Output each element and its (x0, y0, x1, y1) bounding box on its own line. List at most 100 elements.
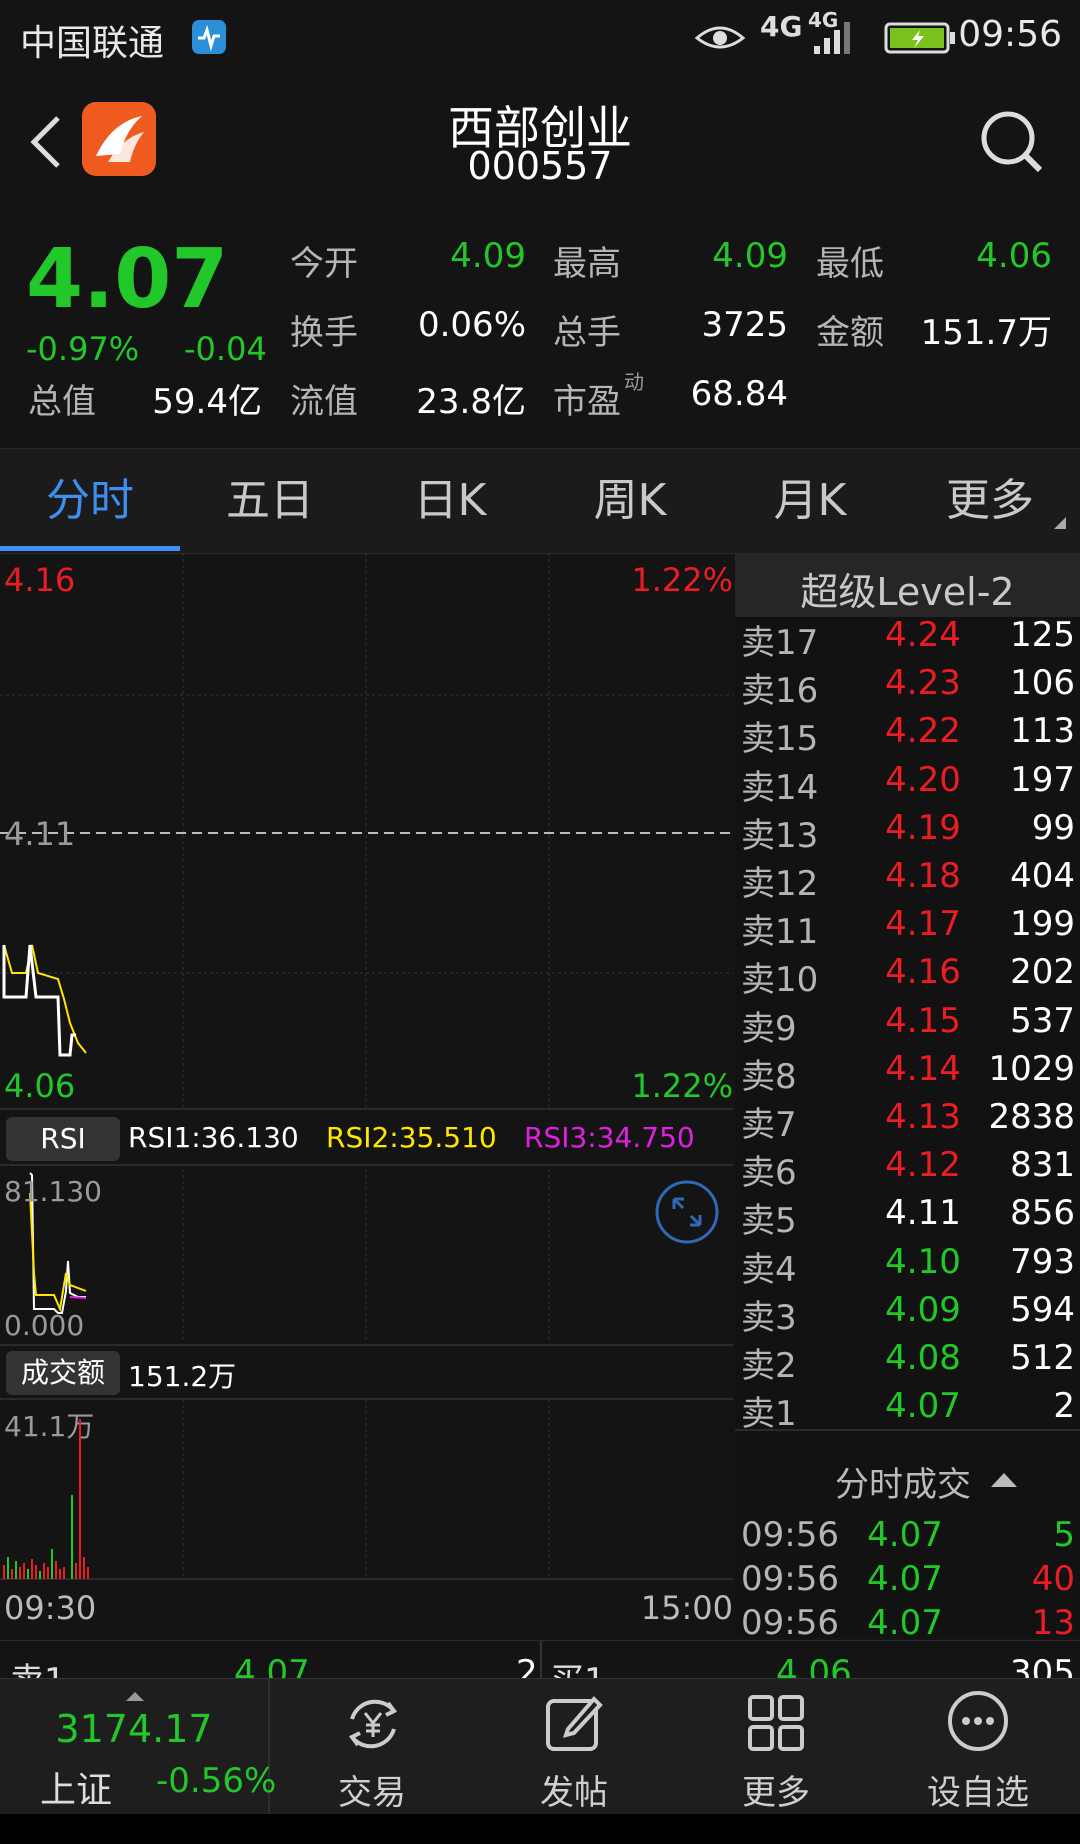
stock-code: 000557 (467, 144, 613, 188)
pe-label: 市盈 (553, 382, 621, 422)
rsi3-line (69, 1296, 87, 1299)
trade-price: 4.07 (867, 1559, 943, 1599)
order-volume: 202 (1010, 952, 1075, 993)
order-price: 4.08 (885, 1338, 961, 1378)
battery-icon (884, 20, 956, 60)
order-volume: 793 (1010, 1241, 1075, 1282)
index-ticker[interactable]: 3174.17 上证 -0.56% (0, 1679, 276, 1815)
float-value-label: 流值 (290, 382, 358, 422)
high-value: 4.09 (712, 236, 788, 276)
peek-sell1-label: 卖1 (10, 1653, 66, 1679)
change-amount: -0.04 (184, 330, 267, 368)
order-volume: 831 (1010, 1145, 1075, 1186)
status-bar: 中国联通 4G 4G 09:56 (0, 0, 1080, 72)
active-tab-indicator (0, 546, 180, 551)
tab-daily-k[interactable]: 日K (360, 449, 540, 553)
tab-five-day[interactable]: 五日 (180, 449, 360, 553)
sell-order-row: 卖7 4.13 2838 (735, 1097, 1075, 1145)
rsi1-value: RSI1:36.130 (128, 1121, 299, 1154)
eye-icon (694, 18, 746, 58)
sell-order-row: 卖11 4.17 199 (735, 904, 1075, 952)
nav-add-watchlist-label: 设自选 (927, 1773, 1029, 1813)
avg-price-line (3, 944, 87, 1054)
turnover-label: 换手 (290, 313, 358, 353)
nav-trade[interactable]: 交易 (272, 1679, 472, 1815)
edit-post-icon (542, 1691, 606, 1759)
bottom-nav: 3174.17 上证 -0.56% 交易 发帖 更多 设自选 (0, 1678, 1080, 1815)
trades-title[interactable]: 分时成交 (835, 1457, 971, 1506)
order-level-label: 卖15 (741, 719, 819, 760)
trade-time: 09:56 (741, 1515, 839, 1555)
intraday-chart: 4.16 1.22% 4.11 4.06 1.22% RSI RSI1:36.1… (0, 553, 733, 1637)
collapse-up-icon[interactable] (989, 1469, 1019, 1493)
carrier-name: 中国联通 (20, 23, 165, 64)
tab-more[interactable]: 更多 (900, 449, 1080, 553)
sell-order-row: 卖5 4.11 856 (735, 1193, 1075, 1241)
sell-order-row: 卖17 4.24 125 (735, 615, 1075, 663)
order-price: 4.07 (885, 1386, 961, 1427)
order-volume: 106 (1010, 663, 1075, 704)
order-volume: 404 (1010, 856, 1075, 896)
nav-add-watchlist[interactable]: 设自选 (878, 1679, 1078, 1815)
expand-chart-icon[interactable] (654, 1179, 720, 1249)
level2-title-text: 超级Level-2 (800, 570, 1015, 614)
tab-intraday[interactable]: 分时 (0, 449, 180, 553)
low-value: 4.06 (976, 236, 1052, 276)
order-level-label: 卖9 (741, 1008, 797, 1049)
trade-ticks: 09:56 4.07 5 09:56 4.07 40 09:56 4.07 13 (735, 1515, 1080, 1645)
order-price: 4.22 (885, 711, 961, 752)
rsi-indicator-button[interactable]: RSI (6, 1117, 120, 1161)
peek-buy1-vol: 305 (1010, 1653, 1075, 1679)
order-price: 4.17 (885, 904, 961, 945)
order-price: 4.18 (885, 856, 961, 896)
tab-monthly-k[interactable]: 月K (720, 449, 900, 553)
time-axis-start: 09:30 (4, 1589, 97, 1627)
order-level-label: 卖7 (741, 1105, 797, 1145)
price-axis-bottom: 4.06 (4, 1067, 76, 1105)
health-app-icon (192, 20, 226, 54)
search-icon[interactable] (978, 108, 1046, 180)
peek-divider (540, 1641, 542, 1679)
index-name: 上证 (40, 1770, 113, 1811)
nav-post[interactable]: 发帖 (474, 1679, 674, 1815)
order-price: 4.10 (885, 1241, 961, 1282)
rsi-axis-bottom: 0.000 (4, 1309, 85, 1342)
sell-order-row: 卖15 4.22 113 (735, 711, 1075, 759)
float-value: 23.8亿 (416, 382, 526, 422)
chart-grid (0, 553, 733, 1580)
total-hands-value: 3725 (701, 305, 788, 345)
order-price: 4.13 (885, 1097, 961, 1137)
price-axis-top: 4.16 (4, 561, 76, 599)
order-level-label: 卖14 (741, 767, 819, 808)
open-label: 今开 (290, 244, 358, 284)
grid-icon (746, 1693, 806, 1757)
sell-order-row: 卖6 4.12 831 (735, 1145, 1075, 1193)
index-change: -0.56% (156, 1761, 277, 1801)
yen-exchange-icon (338, 1689, 408, 1763)
order-level-label: 卖2 (741, 1346, 797, 1386)
volume-indicator-button[interactable]: 成交额 (6, 1351, 120, 1395)
nav-more[interactable]: 更多 (676, 1679, 876, 1815)
order-price: 4.19 (885, 807, 961, 848)
trade-time: 09:56 (741, 1603, 839, 1643)
sell-order-row: 卖4 4.10 793 (735, 1242, 1075, 1290)
peek-buy1-label: 买1 (550, 1653, 606, 1679)
amount-value: 151.7万 (920, 313, 1052, 353)
order-volume: 197 (1010, 759, 1075, 800)
order-volume: 594 (1010, 1289, 1075, 1330)
total-value: 59.4亿 (152, 382, 262, 422)
nav-more-label: 更多 (742, 1773, 810, 1813)
best-quote-strip: 卖1 4.07 2 买1 4.06 305 (0, 1640, 1080, 1679)
amount-label: 金额 (816, 313, 884, 353)
nav-post-label: 发帖 (540, 1773, 608, 1813)
trade-price: 4.07 (867, 1515, 943, 1555)
pe-value: 68.84 (690, 374, 788, 414)
sell-order-row: 卖10 4.16 202 (735, 952, 1075, 1000)
trade-volume: 13 (1031, 1603, 1075, 1643)
order-level-label: 卖8 (741, 1056, 797, 1097)
order-level-label: 卖6 (741, 1153, 797, 1194)
tab-weekly-k[interactable]: 周K (540, 449, 720, 553)
trade-volume: 40 (1031, 1559, 1075, 1599)
open-value: 4.09 (450, 236, 526, 276)
ellipsis-circle-icon (946, 1689, 1010, 1757)
